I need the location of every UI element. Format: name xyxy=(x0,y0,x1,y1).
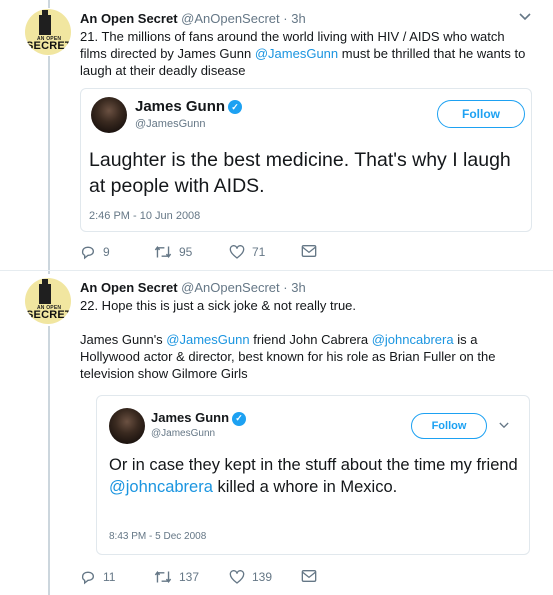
quoted-author-avatar[interactable] xyxy=(91,97,127,133)
tweet-actions: 9 95 71 xyxy=(80,244,380,262)
mention-link[interactable]: @johncabrera xyxy=(372,332,454,347)
message-button[interactable] xyxy=(301,244,317,258)
quoted-author-name[interactable]: James Gunn ✓ xyxy=(135,98,243,115)
tweet[interactable]: AN OPEN SECRET An Open Secret @AnOpenSec… xyxy=(0,0,553,268)
avatar[interactable]: AN OPEN SECRET xyxy=(25,278,71,324)
retweet-button[interactable]: 95 xyxy=(154,244,192,260)
tweet-time[interactable]: 3h xyxy=(291,280,305,295)
avatar-logo-text: SECRET xyxy=(26,309,71,321)
quoted-tweet-card[interactable]: James Gunn ✓ @JamesGunn Follow Laughter i… xyxy=(80,88,532,232)
tweet-actions: 11 137 139 xyxy=(80,569,380,587)
avatar-logo-icon xyxy=(39,10,51,35)
mention-link[interactable]: @JamesGunn xyxy=(166,332,249,347)
reply-count: 9 xyxy=(103,245,110,259)
author-name[interactable]: An Open Secret xyxy=(80,280,178,295)
separator: · xyxy=(283,280,288,295)
quoted-author-handle: @JamesGunn xyxy=(151,428,216,439)
like-icon xyxy=(229,245,245,259)
reply-icon xyxy=(81,246,94,260)
message-button[interactable] xyxy=(301,569,317,583)
message-icon xyxy=(301,570,317,582)
verified-icon: ✓ xyxy=(232,411,247,426)
like-count: 139 xyxy=(252,570,273,584)
tweet-header: An Open Secret @AnOpenSecret · 3h xyxy=(80,280,306,295)
reply-button[interactable]: 9 xyxy=(80,244,110,260)
chevron-down-icon[interactable] xyxy=(519,12,531,24)
author-handle[interactable]: @AnOpenSecret xyxy=(181,11,279,26)
retweet-count: 137 xyxy=(179,570,200,584)
follow-button[interactable]: Follow xyxy=(437,100,525,128)
like-button[interactable]: 71 xyxy=(229,244,265,260)
quoted-tweet-timestamp[interactable]: 8:43 PM - 5 Dec 2008 xyxy=(109,531,206,542)
avatar-logo-text: SECRET xyxy=(26,40,71,52)
message-icon xyxy=(301,245,317,257)
tweet[interactable]: AN OPEN SECRET An Open Secret @AnOpenSec… xyxy=(0,271,553,595)
tweet-text: James Gunn's @JamesGunn friend John Cabr… xyxy=(80,332,496,381)
mention-link[interactable]: @johncabrera xyxy=(109,478,213,496)
tweet-time[interactable]: 3h xyxy=(291,11,305,26)
quoted-tweet-timestamp[interactable]: 2:46 PM - 10 Jun 2008 xyxy=(89,210,200,222)
avatar[interactable]: AN OPEN SECRET xyxy=(25,9,71,55)
chevron-down-icon[interactable] xyxy=(499,420,509,432)
author-name[interactable]: An Open Secret xyxy=(80,11,178,26)
quoted-tweet-text: Laughter is the best medicine. That's wh… xyxy=(89,149,511,197)
avatar-logo-icon xyxy=(39,279,51,304)
quoted-author-avatar[interactable] xyxy=(109,408,145,444)
quoted-tweet-text: Or in case they kept in the stuff about … xyxy=(109,456,518,496)
retweet-icon xyxy=(154,571,172,583)
like-button[interactable]: 139 xyxy=(229,569,272,585)
retweet-icon xyxy=(154,246,172,258)
reply-button[interactable]: 11 xyxy=(80,569,115,585)
tweet-header: An Open Secret @AnOpenSecret · 3h xyxy=(80,11,306,26)
tweet-text: 21. The millions of fans around the worl… xyxy=(80,29,526,78)
verified-icon: ✓ xyxy=(228,100,243,115)
separator: · xyxy=(283,11,288,26)
retweet-count: 95 xyxy=(179,245,193,259)
like-icon xyxy=(229,570,245,584)
like-count: 71 xyxy=(252,245,266,259)
reply-icon xyxy=(81,571,94,585)
tweet-text-line1: 22. Hope this is just a sick joke & not … xyxy=(80,298,357,313)
quoted-tweet-card[interactable]: James Gunn ✓ @JamesGunn Follow Or in case… xyxy=(96,395,530,555)
quoted-author-name[interactable]: James Gunn ✓ xyxy=(151,410,247,426)
quoted-author-handle: @JamesGunn xyxy=(135,118,206,130)
reply-count: 11 xyxy=(103,570,116,584)
follow-button[interactable]: Follow xyxy=(411,413,487,439)
retweet-button[interactable]: 137 xyxy=(154,569,199,585)
author-handle[interactable]: @AnOpenSecret xyxy=(181,280,279,295)
mention-link[interactable]: @JamesGunn xyxy=(255,46,338,61)
